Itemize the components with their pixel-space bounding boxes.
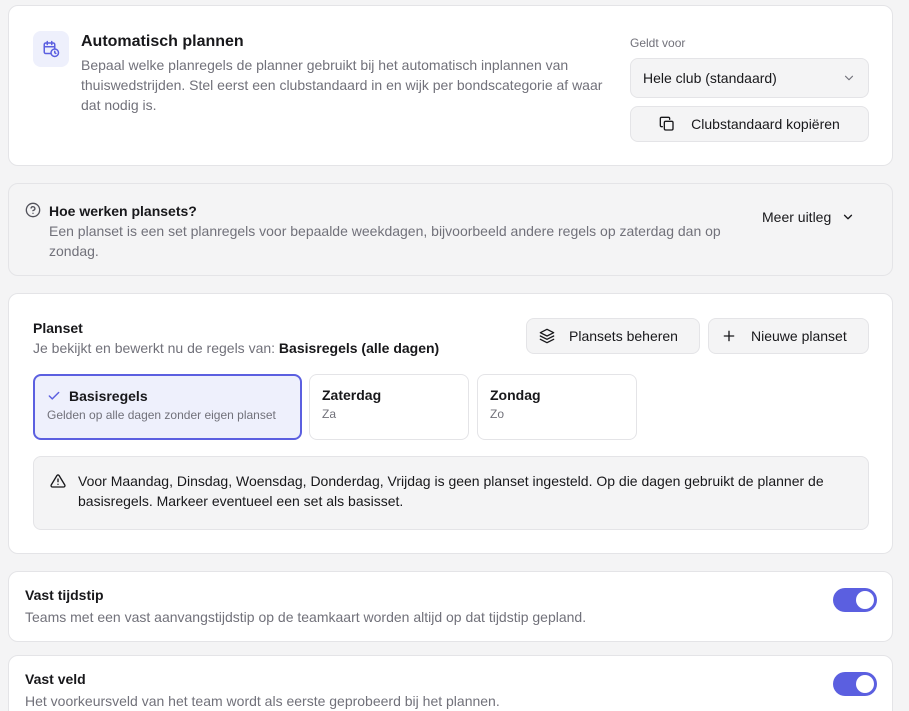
planset-tile-name: Zondag bbox=[490, 387, 541, 403]
rule-card-vast-veld: Vast veld Het voorkeursveld van het team… bbox=[8, 655, 893, 711]
planset-tile-zaterdag[interactable]: Zaterdag Za bbox=[309, 374, 469, 440]
rule-title: Vast tijdstip bbox=[25, 587, 104, 603]
copy-icon bbox=[659, 116, 675, 132]
planset-tile-name: Zaterdag bbox=[322, 387, 382, 403]
scope-label: Geldt voor bbox=[630, 36, 686, 50]
copy-club-default-label: Clubstandaard kopiëren bbox=[691, 116, 840, 132]
new-planset-button[interactable]: Nieuwe planset bbox=[708, 318, 869, 354]
more-info-label: Meer uitleg bbox=[762, 209, 832, 225]
help-card: Hoe werken plansets? Een planset is een … bbox=[8, 183, 893, 276]
planset-tile-sub: Zo bbox=[490, 407, 505, 421]
chevron-down-icon bbox=[841, 210, 855, 224]
planset-tile-sub: Za bbox=[322, 407, 337, 421]
toggle-knob bbox=[856, 675, 874, 693]
help-description: Een planset is een set planregels voor b… bbox=[49, 223, 721, 259]
rule-toggle-vast-veld[interactable] bbox=[833, 672, 877, 696]
check-icon bbox=[47, 389, 61, 403]
rule-title: Vast veld bbox=[25, 671, 86, 687]
planset-viewing-text: Je bekijkt en bewerkt nu de regels van: … bbox=[33, 340, 439, 356]
manage-plansets-label: Plansets beheren bbox=[569, 328, 678, 344]
planset-card: Planset Je bekijkt en bewerkt nu de rege… bbox=[8, 293, 893, 554]
planset-tile-sub: Gelden op alle dagen zonder eigen planse… bbox=[47, 408, 276, 422]
page-description: Bepaal welke planregels de planner gebru… bbox=[81, 57, 603, 113]
planset-tile-name: Basisregels bbox=[69, 388, 148, 404]
page-title: Automatisch plannen bbox=[81, 33, 244, 50]
plus-icon bbox=[721, 328, 737, 344]
copy-club-default-button[interactable]: Clubstandaard kopiëren bbox=[630, 106, 869, 142]
warning-text: Voor Maandag, Dinsdag, Woensdag, Donderd… bbox=[78, 473, 824, 509]
missing-planset-warning: Voor Maandag, Dinsdag, Woensdag, Donderd… bbox=[33, 456, 869, 530]
auto-plan-card: Automatisch plannen Bepaal welke planreg… bbox=[8, 5, 893, 166]
help-circle-icon bbox=[25, 202, 41, 218]
planset-tile-basisregels[interactable]: Basisregels Gelden op alle dagen zonder … bbox=[33, 374, 302, 440]
calendar-clock-icon bbox=[33, 31, 69, 67]
scope-select[interactable]: Hele club (standaard) bbox=[630, 58, 869, 98]
rule-card-vast-tijdstip: Vast tijdstip Teams met een vast aanvang… bbox=[8, 571, 893, 642]
planset-title: Planset bbox=[33, 320, 83, 336]
toggle-knob bbox=[856, 591, 874, 609]
rule-description: Teams met een vast aanvangstijdstip op d… bbox=[25, 609, 587, 625]
planset-viewing-name: Basisregels (alle dagen) bbox=[278, 340, 440, 356]
new-planset-label: Nieuwe planset bbox=[751, 328, 847, 344]
scope-select-value: Hele club (standaard) bbox=[643, 70, 777, 86]
planset-viewing-prefix: Je bekijkt en bewerkt nu de regels van: bbox=[33, 340, 276, 356]
chevron-down-icon bbox=[842, 71, 856, 85]
manage-plansets-button[interactable]: Plansets beheren bbox=[526, 318, 700, 354]
help-title: Hoe werken plansets? bbox=[49, 203, 197, 219]
planset-tile-zondag[interactable]: Zondag Zo bbox=[477, 374, 637, 440]
layers-icon bbox=[539, 328, 555, 344]
rule-description: Het voorkeursveld van het team wordt als… bbox=[25, 693, 500, 709]
warning-triangle-icon bbox=[50, 473, 66, 489]
rule-toggle-vast-tijdstip[interactable] bbox=[833, 588, 877, 612]
more-info-toggle[interactable]: Meer uitleg bbox=[762, 209, 855, 225]
